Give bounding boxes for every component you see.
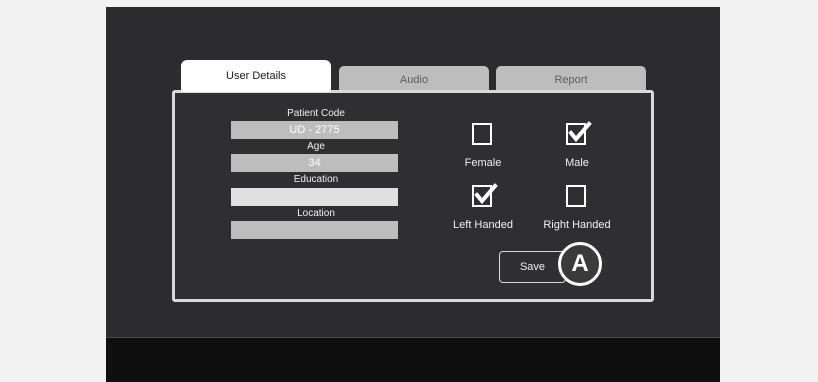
age-field[interactable]: 34	[231, 154, 398, 172]
right-handed-label: Right Handed	[543, 219, 611, 231]
checkbox-checked-icon	[474, 183, 498, 205]
location-field[interactable]	[231, 221, 398, 239]
checkbox-checked-icon	[568, 121, 592, 143]
tab-label: Audio	[399, 74, 429, 86]
location-label: Location	[297, 208, 335, 219]
left-handed-checkbox[interactable]	[472, 183, 498, 207]
female-label: Female	[464, 157, 502, 169]
patient-code-value: UD - 2775	[289, 124, 340, 136]
age-label: Age	[307, 141, 325, 152]
patient-code-field[interactable]: UD - 2775	[231, 121, 398, 139]
education-field[interactable]	[231, 188, 398, 206]
user-details-panel: Patient Code UD - 2775 Age 34 Education …	[172, 90, 654, 302]
age-value: 34	[308, 157, 321, 169]
save-button-label: Save	[519, 261, 546, 273]
tab-user-details[interactable]: User Details	[181, 60, 331, 92]
female-checkbox[interactable]	[472, 123, 492, 145]
education-label: Education	[293, 174, 339, 185]
tab-label: Report	[554, 74, 588, 86]
bottom-bar	[106, 337, 720, 382]
callout-label: A	[571, 250, 589, 277]
male-label: Male	[565, 157, 589, 169]
right-handed-checkbox[interactable]	[566, 185, 586, 207]
callout-marker: A	[558, 242, 602, 286]
save-button[interactable]: Save	[499, 251, 566, 283]
device-screen: User Details Audio Report Patient Code U…	[106, 7, 720, 382]
left-handed-label: Left Handed	[453, 219, 513, 231]
male-checkbox[interactable]	[566, 121, 592, 145]
patient-code-label: Patient Code	[287, 108, 345, 119]
tab-label: User Details	[226, 70, 286, 82]
